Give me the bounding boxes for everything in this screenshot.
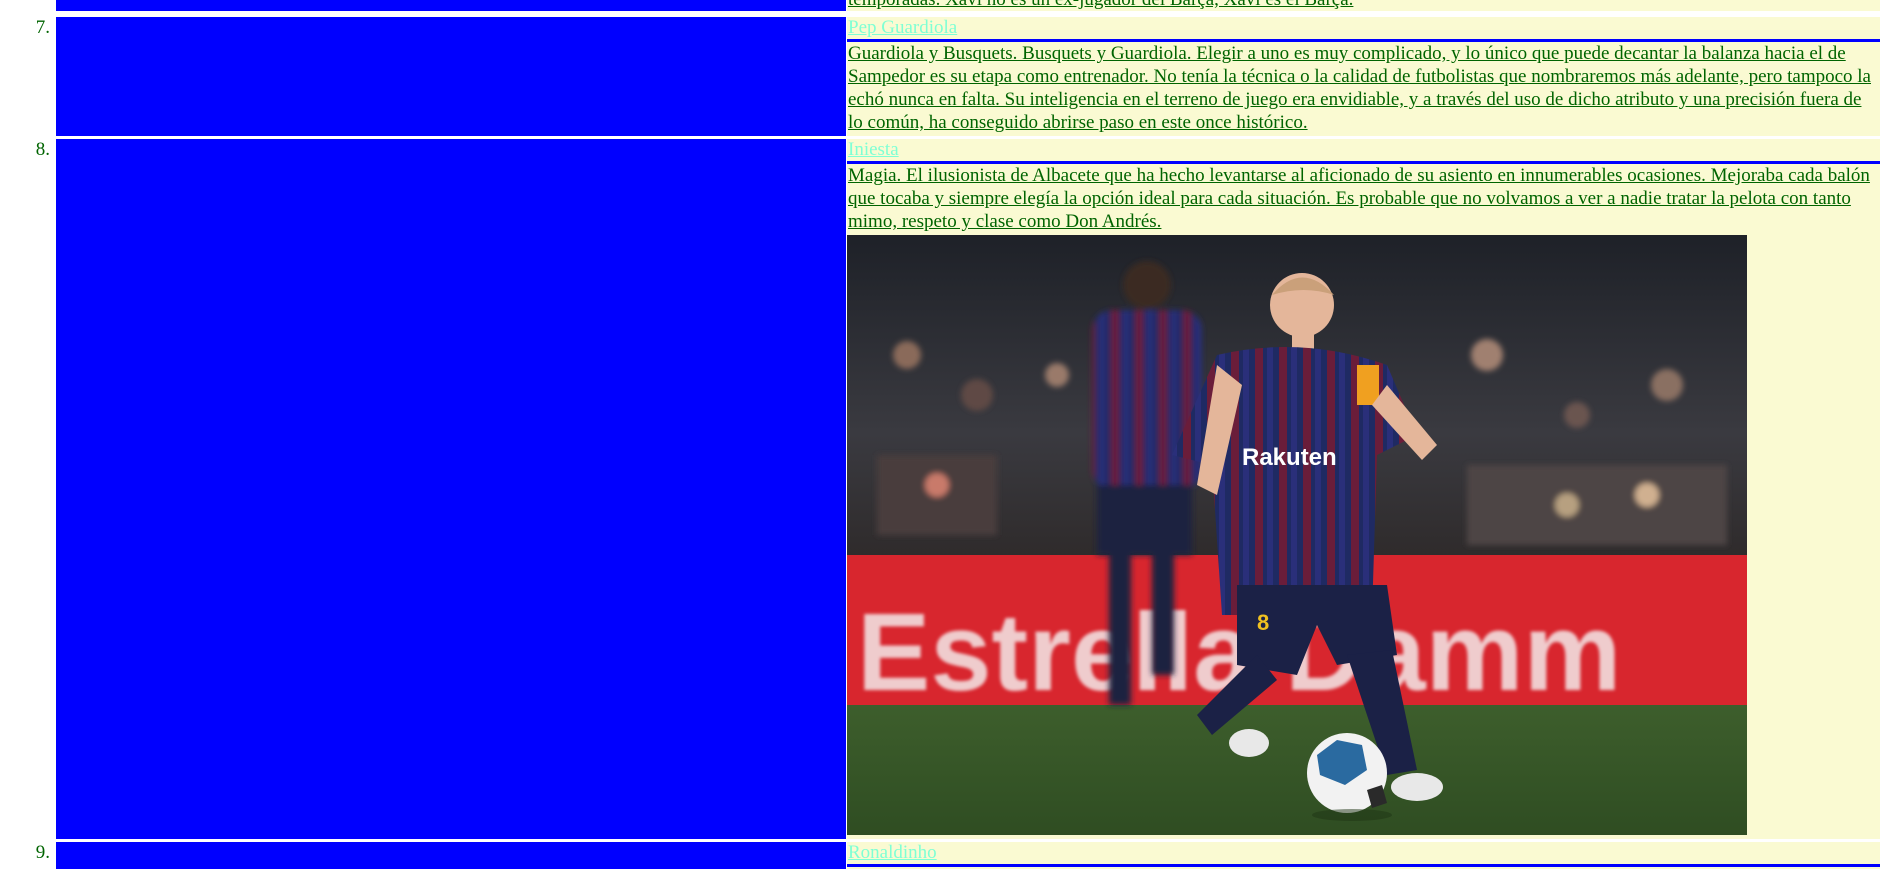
row-blue-cell <box>56 17 846 136</box>
list-item: 9. Ronaldinho <box>0 839 1883 869</box>
shorts-number: 8 <box>1257 610 1269 635</box>
row-right-cell: temporadas. Xavi no es un ex-jugador del… <box>846 0 1880 11</box>
list-item-partial: temporadas. Xavi no es un ex-jugador del… <box>0 0 1883 14</box>
player-photo: Estrella Damm Rakuten 8 <box>847 235 1747 835</box>
shirt-sponsor-text: Rakuten <box>1242 444 1337 471</box>
entry-title-link[interactable]: Pep Guardiola <box>847 17 1880 39</box>
list-item: 8. Iniesta Magia. El ilusionista de Alba… <box>0 136 1883 839</box>
entry-description: Magia. El ilusionista de Albacete que ha… <box>848 165 1870 232</box>
row-right-cell: Pep Guardiola Guardiola y Busquets. Busq… <box>846 17 1880 136</box>
entry-number: 8. <box>35 139 50 160</box>
row-blue-cell <box>56 139 846 839</box>
entry-number: 9. <box>35 842 50 863</box>
divider <box>847 864 1880 867</box>
pitch <box>847 705 1747 835</box>
row-blue-cell <box>56 0 846 11</box>
row-right-cell: Ronaldinho <box>846 842 1880 869</box>
entry-description: temporadas. Xavi no es un ex-jugador del… <box>847 0 1880 11</box>
photo-illustration: Estrella Damm Rakuten 8 <box>847 235 1747 835</box>
row-right-cell: Iniesta Magia. El ilusionista de Albacet… <box>846 139 1880 839</box>
row-blue-cell <box>56 842 846 869</box>
list-item: 7. Pep Guardiola Guardiola y Busquets. B… <box>0 14 1883 136</box>
entry-number: 7. <box>35 17 50 38</box>
entry-title-link[interactable]: Iniesta <box>847 139 1880 161</box>
ranking-page: temporadas. Xavi no es un ex-jugador del… <box>0 0 1883 869</box>
entry-description: Guardiola y Busquets. Busquets y Guardio… <box>848 43 1871 133</box>
entry-title-link[interactable]: Ronaldinho <box>847 842 1880 864</box>
